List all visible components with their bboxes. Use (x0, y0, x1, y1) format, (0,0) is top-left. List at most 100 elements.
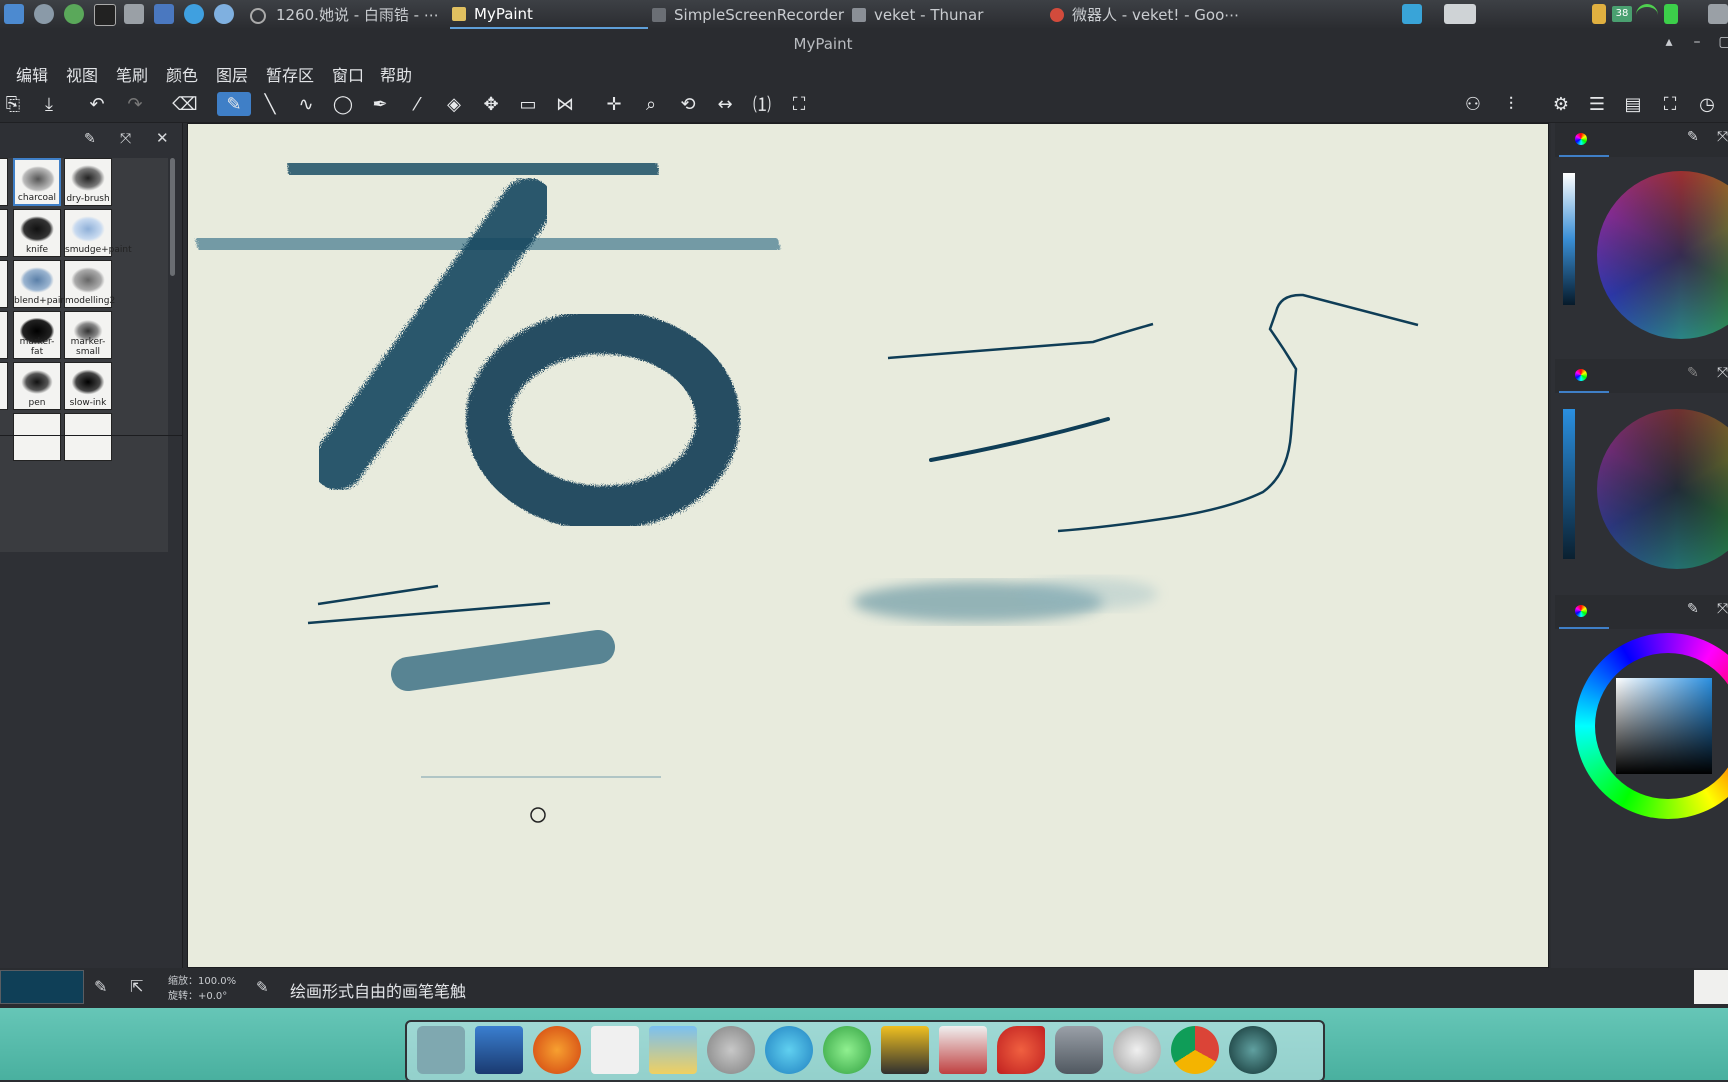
wifi-icon[interactable] (1636, 4, 1658, 27)
open-icon[interactable]: ⎘ (0, 92, 26, 116)
layers-icon[interactable]: ⚇ (1460, 92, 1486, 116)
section-detach-icon[interactable]: ⤧ (1717, 601, 1728, 617)
browser-icon[interactable] (214, 4, 234, 24)
brush-partial[interactable] (13, 413, 61, 461)
menu-window[interactable]: 窗口 (332, 62, 364, 86)
brush-marker-small[interactable]: marker-small (64, 311, 112, 359)
dock-rocket-icon[interactable] (997, 1026, 1045, 1074)
saturation-value-square[interactable] (1616, 678, 1712, 774)
menu-help[interactable]: 帮助 (380, 62, 412, 86)
brush-partial[interactable] (0, 209, 8, 257)
panel-close-icon[interactable]: ✕ (156, 129, 169, 147)
zoom-icon[interactable]: ⌕ (638, 92, 664, 116)
brush-partial[interactable] (0, 260, 8, 308)
picker-icon[interactable]: ⁄ (404, 92, 430, 116)
brush-charcoal[interactable]: charcoal (13, 158, 61, 206)
preferences-icon[interactable]: ⚙ (1548, 92, 1574, 116)
panel-settings-icon[interactable]: ✎ (84, 131, 96, 147)
brush-slow-ink[interactable]: slow-ink (64, 362, 112, 410)
save-icon[interactable]: ⤓ (36, 92, 62, 116)
dock-globe-icon[interactable] (1229, 1026, 1277, 1074)
brush-smudge-paint[interactable]: smudge+paint (64, 209, 132, 257)
brush-partial[interactable] (0, 158, 8, 206)
symmetry-icon[interactable]: ⋈ (552, 92, 578, 116)
mirror-icon[interactable]: ↔ (712, 92, 738, 116)
menu-view[interactable]: 视图 (66, 62, 98, 86)
menu-layer[interactable]: 图层 (216, 62, 248, 86)
drawing-canvas[interactable] (187, 123, 1549, 968)
pan-icon[interactable]: ✛ (601, 92, 627, 116)
hsv-tab-icon[interactable] (1575, 605, 1587, 617)
section-settings-icon[interactable]: ✎ (1687, 365, 1699, 381)
brush-partial[interactable] (0, 311, 8, 359)
terminal-icon[interactable] (94, 4, 116, 26)
undo-icon[interactable]: ↶ (84, 92, 110, 116)
rotate-icon[interactable]: ⟲ (675, 92, 701, 116)
task-mypaint[interactable]: MyPaint (450, 0, 648, 29)
screenshot-icon[interactable] (154, 4, 174, 24)
play-icon[interactable] (64, 4, 84, 24)
color-wheel-tab-icon[interactable] (1575, 369, 1587, 381)
color-wheel-2[interactable] (1597, 409, 1728, 569)
color-wheel-tab-icon[interactable] (1575, 133, 1587, 145)
task-music[interactable]: 1260.她说 - 白雨锆 - ⋯ (276, 0, 439, 29)
dock-chrome-icon[interactable] (1171, 1026, 1219, 1074)
brush-partial[interactable] (0, 362, 8, 410)
brush-settings-icon[interactable]: ⫶ (1498, 92, 1524, 116)
brush-scrollbar[interactable] (170, 158, 175, 276)
brush-history-icon[interactable]: ⇱ (130, 977, 143, 996)
menu-edit[interactable]: 编辑 (16, 62, 48, 86)
brush-pen[interactable]: pen (13, 362, 61, 410)
edit-brush-icon[interactable]: ✎ (94, 977, 107, 996)
redo-icon[interactable]: ↷ (122, 92, 148, 116)
dock-package-icon[interactable] (881, 1026, 929, 1074)
app-launcher-icon[interactable] (4, 4, 24, 24)
frame-icon[interactable]: ▭ (515, 92, 541, 116)
history-icon[interactable]: ◷ (1694, 92, 1720, 116)
value-slider[interactable] (1563, 173, 1575, 305)
brush-partial[interactable] (64, 413, 112, 461)
dock-media-icon[interactable] (707, 1026, 755, 1074)
dock-atom-icon[interactable] (765, 1026, 813, 1074)
dock-monitor-icon[interactable] (939, 1026, 987, 1074)
menu-icon[interactable]: ☰ (1584, 92, 1610, 116)
curve-icon[interactable]: ∿ (293, 92, 319, 116)
dock-firefox-icon[interactable] (533, 1026, 581, 1074)
printer-icon[interactable] (124, 4, 144, 24)
scratchpad-icon[interactable]: ▤ (1620, 92, 1646, 116)
fullscreen-icon[interactable]: ⛶ (1657, 92, 1683, 116)
tray-icon[interactable] (1708, 4, 1728, 24)
brush-blend-paint[interactable]: blend+paint (13, 260, 70, 308)
dock-computer-icon[interactable] (475, 1026, 523, 1074)
move-layer-icon[interactable]: ✥ (478, 92, 504, 116)
menu-scratchpad[interactable]: 暂存区 (266, 62, 314, 86)
desktop-1-icon[interactable] (1402, 4, 1422, 24)
section-settings-icon[interactable]: ✎ (1687, 129, 1699, 145)
brush-preview-thumb[interactable] (1694, 970, 1728, 1004)
task-thunar[interactable]: veket - Thunar (852, 0, 983, 29)
desktop-2-icon[interactable] (1444, 4, 1476, 24)
lines-icon[interactable]: ╲ (257, 92, 283, 116)
minimize-icon[interactable]: – (1688, 34, 1706, 50)
panel-detach-icon[interactable]: ⤧ (120, 131, 131, 147)
dock-settings-icon[interactable] (1113, 1026, 1161, 1074)
settings-icon[interactable] (34, 4, 54, 24)
brush-dry-brush[interactable]: dry-brush (64, 158, 112, 206)
check-icon[interactable] (184, 4, 204, 24)
color-wheel-1[interactable] (1597, 171, 1728, 339)
dock-home-icon[interactable] (417, 1026, 465, 1074)
eraser-icon[interactable]: ⌫ (172, 92, 198, 116)
battery-icon[interactable] (1664, 4, 1678, 24)
menu-brush[interactable]: 笔刷 (116, 62, 148, 86)
current-color-swatch[interactable] (0, 970, 84, 1004)
record-icon[interactable] (250, 8, 266, 24)
clipboard-icon[interactable] (1592, 4, 1606, 24)
dock-player-icon[interactable] (823, 1026, 871, 1074)
brush-marker-fat[interactable]: marker-fat (13, 311, 61, 359)
fit-view-icon[interactable]: ⛶ (786, 92, 812, 116)
section-detach-icon[interactable]: ⤧ (1717, 365, 1728, 381)
reset-view-icon[interactable]: ⑴ (749, 92, 775, 116)
close-window-icon[interactable]: ▢ (1716, 34, 1728, 50)
brush-knife[interactable]: knife (13, 209, 61, 257)
dock-image-viewer-icon[interactable] (649, 1026, 697, 1074)
